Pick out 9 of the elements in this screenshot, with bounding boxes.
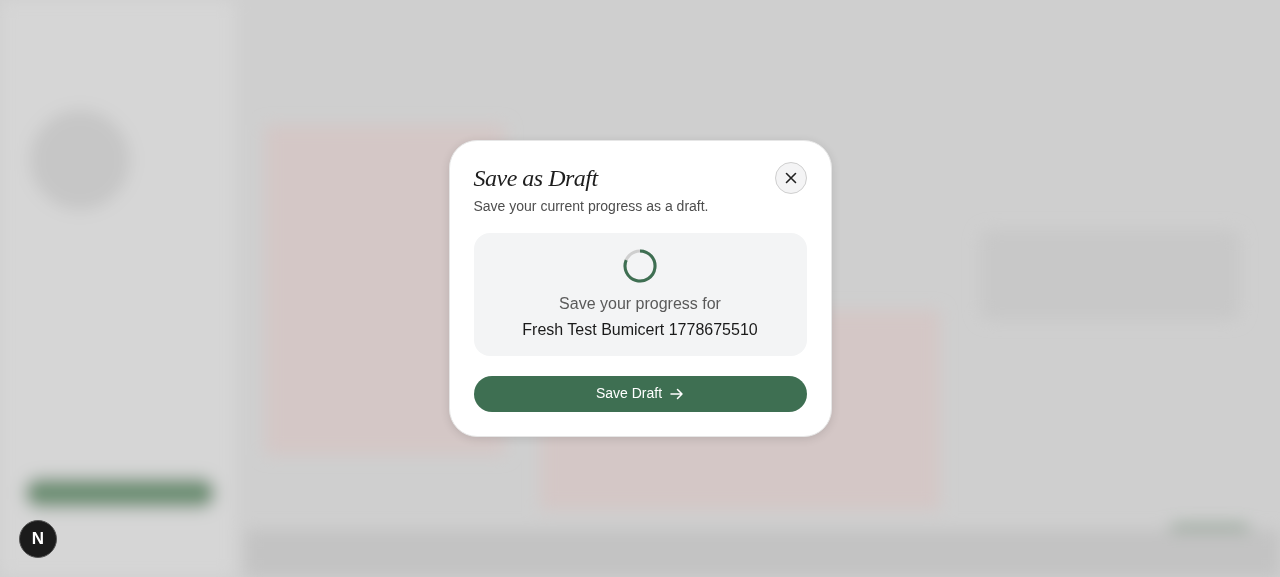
dialog-subtitle: Save your current progress as a draft. bbox=[473, 196, 709, 216]
spinner-icon bbox=[622, 247, 658, 284]
arrow-right-icon bbox=[670, 387, 685, 400]
save-draft-button[interactable]: Save Draft bbox=[473, 375, 807, 412]
project-name: Fresh Test Bumicert 1778675510 bbox=[521, 319, 759, 340]
progress-message: Save your progress for bbox=[558, 293, 722, 314]
close-icon bbox=[784, 172, 797, 185]
close-button[interactable] bbox=[774, 162, 807, 195]
dialog-title: Save as Draft bbox=[473, 165, 600, 192]
